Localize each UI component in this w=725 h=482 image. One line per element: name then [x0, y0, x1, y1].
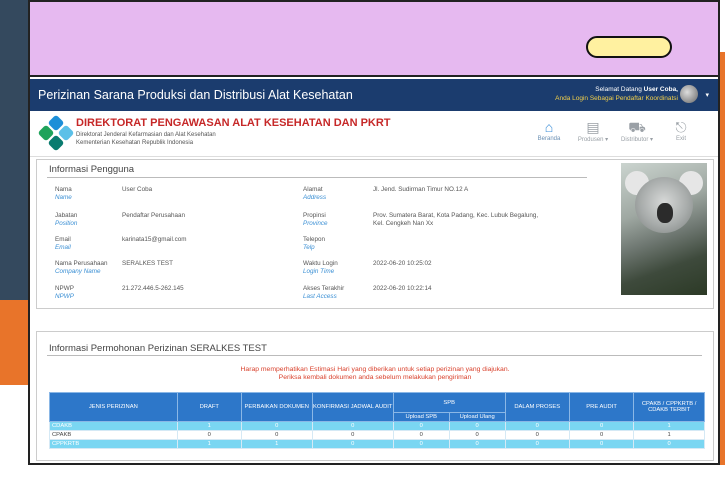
col-terbit: CPAKB / CPPKRTB / CDAKB TERBIT: [633, 392, 705, 422]
field-last-access: Akses Terakhir Last Access: [303, 285, 345, 300]
col-spb: SPB: [392, 392, 506, 413]
table-row[interactable]: CDAKB 1 0 0 0 0 0 0 1: [49, 421, 705, 431]
notice-text: Harap memperhatikan Estimasi Hari yang d…: [240, 366, 510, 381]
welcome-text: Selamat Datang User Coba, Anda Login Seb…: [555, 86, 678, 102]
banner-pill-shape: [586, 36, 672, 58]
document-icon: ▤: [586, 119, 600, 135]
home-icon: ⌂: [544, 119, 554, 135]
field-propinsi: Propinsi Province: [303, 212, 328, 227]
value-company: SERALKES TEST: [122, 260, 173, 267]
field-nama: Nama Name: [55, 186, 72, 201]
org-subtitle-2: Kementerian Kesehatan Republik Indonesia: [76, 140, 194, 146]
app-bar: Perizinan Sarana Produksi dan Distribusi…: [30, 79, 718, 111]
user-info-title: Informasi Pengguna: [49, 164, 135, 175]
organization-block: DIREKTORAT PENGAWASAN ALAT KESEHATAN DAN…: [76, 117, 391, 146]
col-upload-ulang: Upload Ulang: [448, 412, 506, 422]
col-perbaikan: PERBAIKAN DOKUMEN: [240, 392, 313, 422]
user-info-panel: Informasi Pengguna Nama Name User Coba J…: [36, 159, 714, 309]
field-jabatan: Jabatan Position: [55, 212, 78, 227]
permohonan-table: JENIS PERIZINAN DRAFT PERBAIKAN DOKUMEN …: [49, 392, 705, 449]
ministry-logo: [37, 114, 75, 152]
field-alamat: Alamat Address: [303, 186, 327, 201]
top-banner: [30, 2, 718, 77]
value-propinsi: Prov. Sumatera Barat, Kota Padang, Kec. …: [373, 212, 539, 227]
app-title: Perizinan Sarana Produksi dan Distribusi…: [38, 88, 353, 102]
col-pre-audit: PRE AUDIT: [568, 392, 635, 422]
truck-icon: ⛟: [628, 119, 646, 135]
nav-beranda[interactable]: ⌂ Beranda: [530, 118, 568, 143]
value-npwp: 21.272.446.5-262.145: [122, 285, 184, 292]
nav-produsen[interactable]: ▤ Produsen ▾: [574, 118, 612, 143]
permohonan-title: Informasi Permohonan Perizinan SERALKES …: [49, 343, 267, 354]
field-email: Email Email: [55, 236, 71, 251]
org-title: DIREKTORAT PENGAWASAN ALAT KESEHATAN DAN…: [76, 117, 391, 129]
chevron-down-icon[interactable]: ▾: [705, 91, 709, 99]
value-alamat: Jl. Jend. Sudirman Timur NO.12 A: [373, 186, 469, 193]
profile-photo: [621, 163, 707, 295]
field-npwp: NPWP NPWP: [55, 285, 74, 300]
value-email: karinata15@gmail.com: [122, 236, 187, 243]
screenshot-frame: Perizinan Sarana Produksi dan Distribusi…: [28, 0, 720, 465]
nav-exit[interactable]: ⎋ Exit: [662, 118, 700, 143]
permohonan-panel: Informasi Permohonan Perizinan SERALKES …: [36, 331, 714, 461]
value-jabatan: Pendaftar Perusahaan: [122, 212, 186, 219]
nav-distributor[interactable]: ⛟ Distributor ▾: [618, 118, 656, 143]
divider: [47, 177, 587, 178]
value-nama: User Coba: [122, 186, 153, 193]
field-telepon: Telepon Telp: [303, 236, 326, 251]
site-header: DIREKTORAT PENGAWASAN ALAT KESEHATAN DAN…: [30, 111, 718, 157]
table-row[interactable]: CPPKRTB 1 1 0 0 0 0 0 0: [49, 439, 705, 449]
exit-icon: ⎋: [675, 119, 687, 135]
divider: [47, 355, 702, 356]
col-jenis: JENIS PERIZINAN: [49, 392, 178, 422]
field-company: Nama Perusahaan Company Name: [55, 260, 108, 275]
field-login-time: Waktu Login Login Time: [303, 260, 338, 275]
main-nav: ⌂ Beranda ▤ Produsen ▾ ⛟ Distributor ▾ ⎋…: [524, 118, 700, 143]
avatar[interactable]: [680, 85, 698, 103]
org-subtitle-1: Direktorat Jenderal Kefarmasian dan Alat…: [76, 132, 216, 138]
value-last-access: 2022-06-20 10:22:14: [373, 285, 432, 292]
col-draft: DRAFT: [176, 392, 242, 422]
col-dalam-proses: DALAM PROSES: [504, 392, 570, 422]
table-row[interactable]: CPAKB 0 0 0 0 0 0 0 1: [49, 430, 705, 440]
col-konfirmasi: KONFIRMASI JADWAL AUDIT: [311, 392, 394, 422]
col-upload-spb: Upload SPB: [392, 412, 450, 422]
value-login-time: 2022-06-20 10:25:02: [373, 260, 432, 267]
